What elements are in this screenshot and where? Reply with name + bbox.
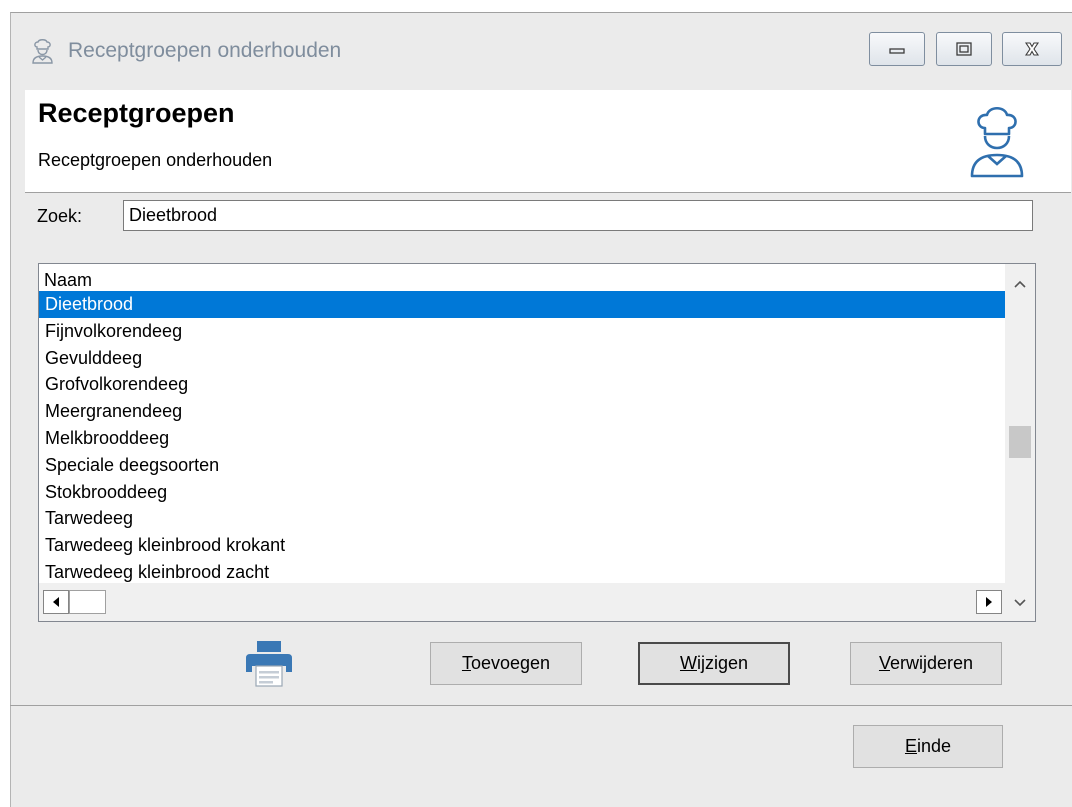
scroll-down-button[interactable] — [1005, 584, 1035, 621]
chevron-up-icon — [1014, 280, 1026, 288]
edit-button-label: Wijzigen — [679, 653, 749, 673]
column-header-naam[interactable]: Naam — [44, 269, 92, 291]
delete-button[interactable]: Verwijderen — [850, 642, 1002, 685]
close-button[interactable]: Einde — [853, 725, 1003, 768]
header-separator — [25, 192, 1071, 193]
list-item[interactable]: Gevulddeeg — [39, 345, 1005, 372]
list-item[interactable]: Stokbrooddeeg — [39, 479, 1005, 506]
header-subtitle: Receptgroepen onderhouden — [38, 150, 273, 170]
vertical-scrollbar[interactable] — [1005, 264, 1035, 621]
maximize-button[interactable] — [936, 32, 992, 66]
minimize-icon — [889, 48, 905, 54]
list-item[interactable]: Tarwedeeg kleinbrood krokant — [39, 532, 1005, 559]
horizontal-scroll-thumb[interactable] — [69, 590, 106, 614]
list-viewport: Naam Dieetbrood Fijnvolkorendeeg Gevulddee… — [39, 264, 1005, 583]
arrow-right-icon — [986, 597, 992, 607]
edit-button[interactable]: Wijzigen — [638, 642, 790, 685]
close-button-label: Einde — [904, 736, 952, 756]
close-window-button[interactable] — [1002, 32, 1062, 66]
maximize-icon — [956, 42, 972, 56]
horizontal-scrollbar[interactable] — [39, 583, 1005, 621]
list-item[interactable]: Tarwedeeg kleinbrood zacht — [39, 559, 1005, 583]
window-title: Receptgroepen onderhouden — [68, 39, 342, 62]
chef-icon — [32, 39, 53, 64]
header-title: Receptgroepen — [38, 98, 235, 128]
recipe-group-list[interactable]: Naam Dieetbrood Fijnvolkorendeeg Gevulddee… — [38, 263, 1036, 622]
scroll-up-button[interactable] — [1005, 264, 1035, 304]
list-item[interactable]: Speciale deegsoorten — [39, 452, 1005, 479]
vertical-scroll-thumb[interactable] — [1009, 426, 1031, 458]
dialog-header: Receptgroepen Receptgroepen onderhouden — [25, 90, 1071, 192]
list-item[interactable]: Meergranendeeg — [39, 398, 1005, 425]
scroll-right-button[interactable] — [976, 590, 1002, 614]
list-item[interactable]: Fijnvolkorendeeg — [39, 318, 1005, 345]
list-rows: Dieetbrood Fijnvolkorendeeg Gevulddeeg Grof… — [39, 291, 1005, 583]
close-icon — [1024, 42, 1040, 56]
chevron-down-icon — [1014, 598, 1026, 606]
list-item[interactable]: Dieetbrood — [39, 291, 1005, 318]
footer-separator — [10, 705, 1072, 706]
list-item[interactable]: Tarwedeeg — [39, 505, 1005, 532]
delete-button-label: Verwijderen — [878, 653, 974, 673]
list-item[interactable]: Melkbrooddeeg — [39, 425, 1005, 452]
chef-icon — [970, 106, 1024, 178]
add-button-label: Toevoegen — [461, 653, 551, 673]
arrow-left-icon — [53, 597, 59, 607]
add-button[interactable]: Toevoegen — [430, 642, 582, 685]
printer-icon[interactable] — [244, 638, 294, 688]
search-label: Zoek: — [37, 206, 83, 226]
title-bar[interactable]: Receptgroepen onderhouden — [11, 13, 1072, 89]
list-item[interactable]: Grofvolkorendeeg — [39, 371, 1005, 398]
minimize-button[interactable] — [869, 32, 925, 66]
scroll-left-button[interactable] — [43, 590, 69, 614]
search-input[interactable] — [123, 200, 1033, 231]
